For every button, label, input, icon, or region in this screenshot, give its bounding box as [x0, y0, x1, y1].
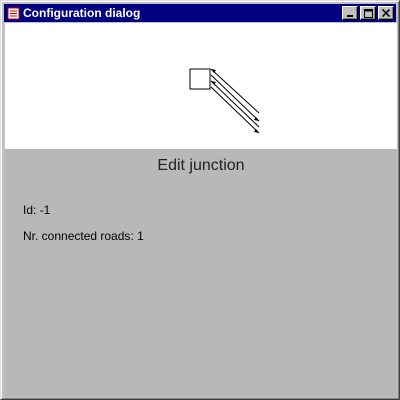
junction-edit-panel: Edit junction Id: -1 Nr. connected roads… — [5, 149, 397, 397]
id-value: -1 — [39, 203, 51, 217]
road-lanes — [210, 68, 260, 134]
road-lane — [210, 74, 260, 122]
configuration-dialog-window: Configuration dialog Edit junction Id: -… — [0, 0, 400, 400]
minimize-icon — [347, 15, 353, 17]
title-bar[interactable]: Configuration dialog — [4, 4, 396, 22]
maximize-button[interactable] — [360, 6, 376, 20]
junction-node — [189, 68, 211, 90]
id-label: Id: — [23, 203, 37, 217]
road-lane — [210, 80, 260, 128]
junction-preview-canvas — [5, 23, 397, 149]
connected-roads-row: Nr. connected roads: 1 — [23, 229, 144, 243]
connected-roads-value: 1 — [137, 229, 144, 243]
close-icon — [382, 9, 390, 17]
app-icon[interactable] — [6, 6, 20, 20]
close-button[interactable] — [378, 6, 394, 20]
junction-id-row: Id: -1 — [23, 203, 50, 217]
maximize-icon — [363, 8, 373, 18]
road-lane — [210, 68, 260, 114]
window-title: Configuration dialog — [23, 6, 141, 20]
connected-roads-label: Nr. connected roads: — [23, 229, 134, 243]
junction-diagram — [189, 68, 260, 134]
panel-heading: Edit junction — [157, 157, 245, 174]
minimize-button[interactable] — [342, 6, 358, 20]
lane-arrows — [211, 69, 259, 133]
road-lane — [210, 86, 260, 134]
